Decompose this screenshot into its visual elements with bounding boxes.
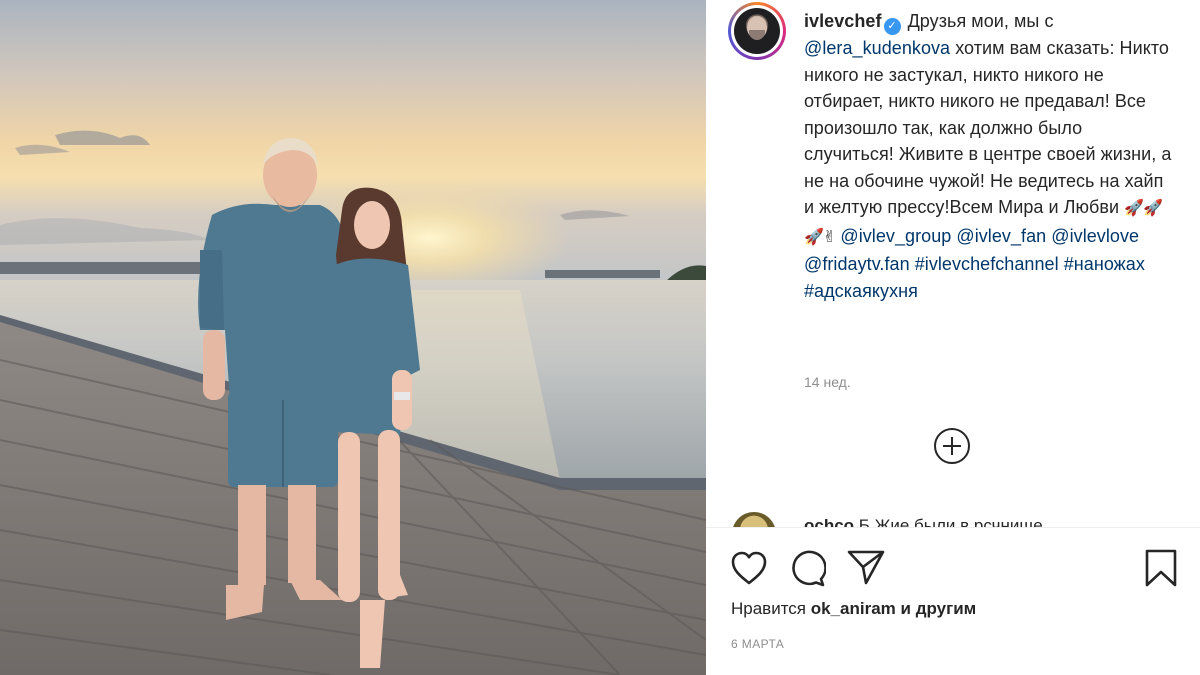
comment-item: ochco Б Жие были в рсчнище xyxy=(732,508,1172,527)
mention-link[interactable]: @ivlev_group xyxy=(840,226,951,246)
post-photo-illustration xyxy=(0,0,706,675)
comment-body: Б Жие были в рсчнище xyxy=(858,516,1043,527)
mention-link[interactable]: @fridaytv.fan xyxy=(804,254,910,274)
likes-suffix-link[interactable]: и другим xyxy=(901,599,977,618)
post-details-panel: ivlevchef ✓ Друзья мои, мы с @lera_kudenk… xyxy=(706,0,1200,675)
post-actions-bar: Нравится ok_aniram и другим 6 МАРТА xyxy=(706,527,1200,675)
caption-age[interactable]: 14 нед. xyxy=(804,374,851,390)
comments-area[interactable]: ivlevchef ✓ Друзья мои, мы с @lera_kudenk… xyxy=(706,0,1200,527)
likes-user-link[interactable]: ok_aniram xyxy=(811,599,896,618)
author-avatar[interactable] xyxy=(728,2,786,60)
hashtag-link[interactable]: #наножах xyxy=(1064,254,1145,274)
heart-icon[interactable] xyxy=(730,550,768,586)
commenter-username[interactable]: ochco xyxy=(804,516,854,527)
comment-text: ochco Б Жие были в рсчнище xyxy=(804,516,1043,527)
avatar-beard xyxy=(749,30,765,40)
plus-circle-icon[interactable] xyxy=(934,428,970,464)
comment-icon[interactable] xyxy=(788,549,826,587)
post-photo[interactable] xyxy=(0,0,706,675)
likes-prefix: Нравится xyxy=(731,599,807,618)
bookmark-icon[interactable] xyxy=(1144,548,1178,588)
hashtag-link[interactable]: #адскаякухня xyxy=(804,281,918,301)
mention-link[interactable]: @ivlevlove xyxy=(1051,226,1139,246)
likes-summary: Нравится ok_aniram и другим xyxy=(731,599,976,619)
author-username[interactable]: ivlevchef xyxy=(804,11,882,31)
caption-body: хотим вам сказать: Никто никого не засту… xyxy=(804,38,1172,217)
caption-intro: Друзья мои, мы с xyxy=(907,11,1054,31)
verified-badge-icon: ✓ xyxy=(883,18,901,35)
commenter-avatar[interactable] xyxy=(732,512,776,527)
hashtag-link[interactable]: #ivlevchefchannel xyxy=(915,254,1059,274)
post-date[interactable]: 6 МАРТА xyxy=(731,637,784,651)
mention-partner-link[interactable]: @lera_kudenkova xyxy=(804,38,950,58)
post-caption: ivlevchef ✓ Друзья мои, мы с @lera_kudenk… xyxy=(804,8,1174,304)
avatar-image xyxy=(734,8,780,54)
avatar-story-ring xyxy=(731,5,783,57)
share-icon[interactable] xyxy=(846,548,886,586)
mention-link[interactable]: @ivlev_fan xyxy=(956,226,1046,246)
